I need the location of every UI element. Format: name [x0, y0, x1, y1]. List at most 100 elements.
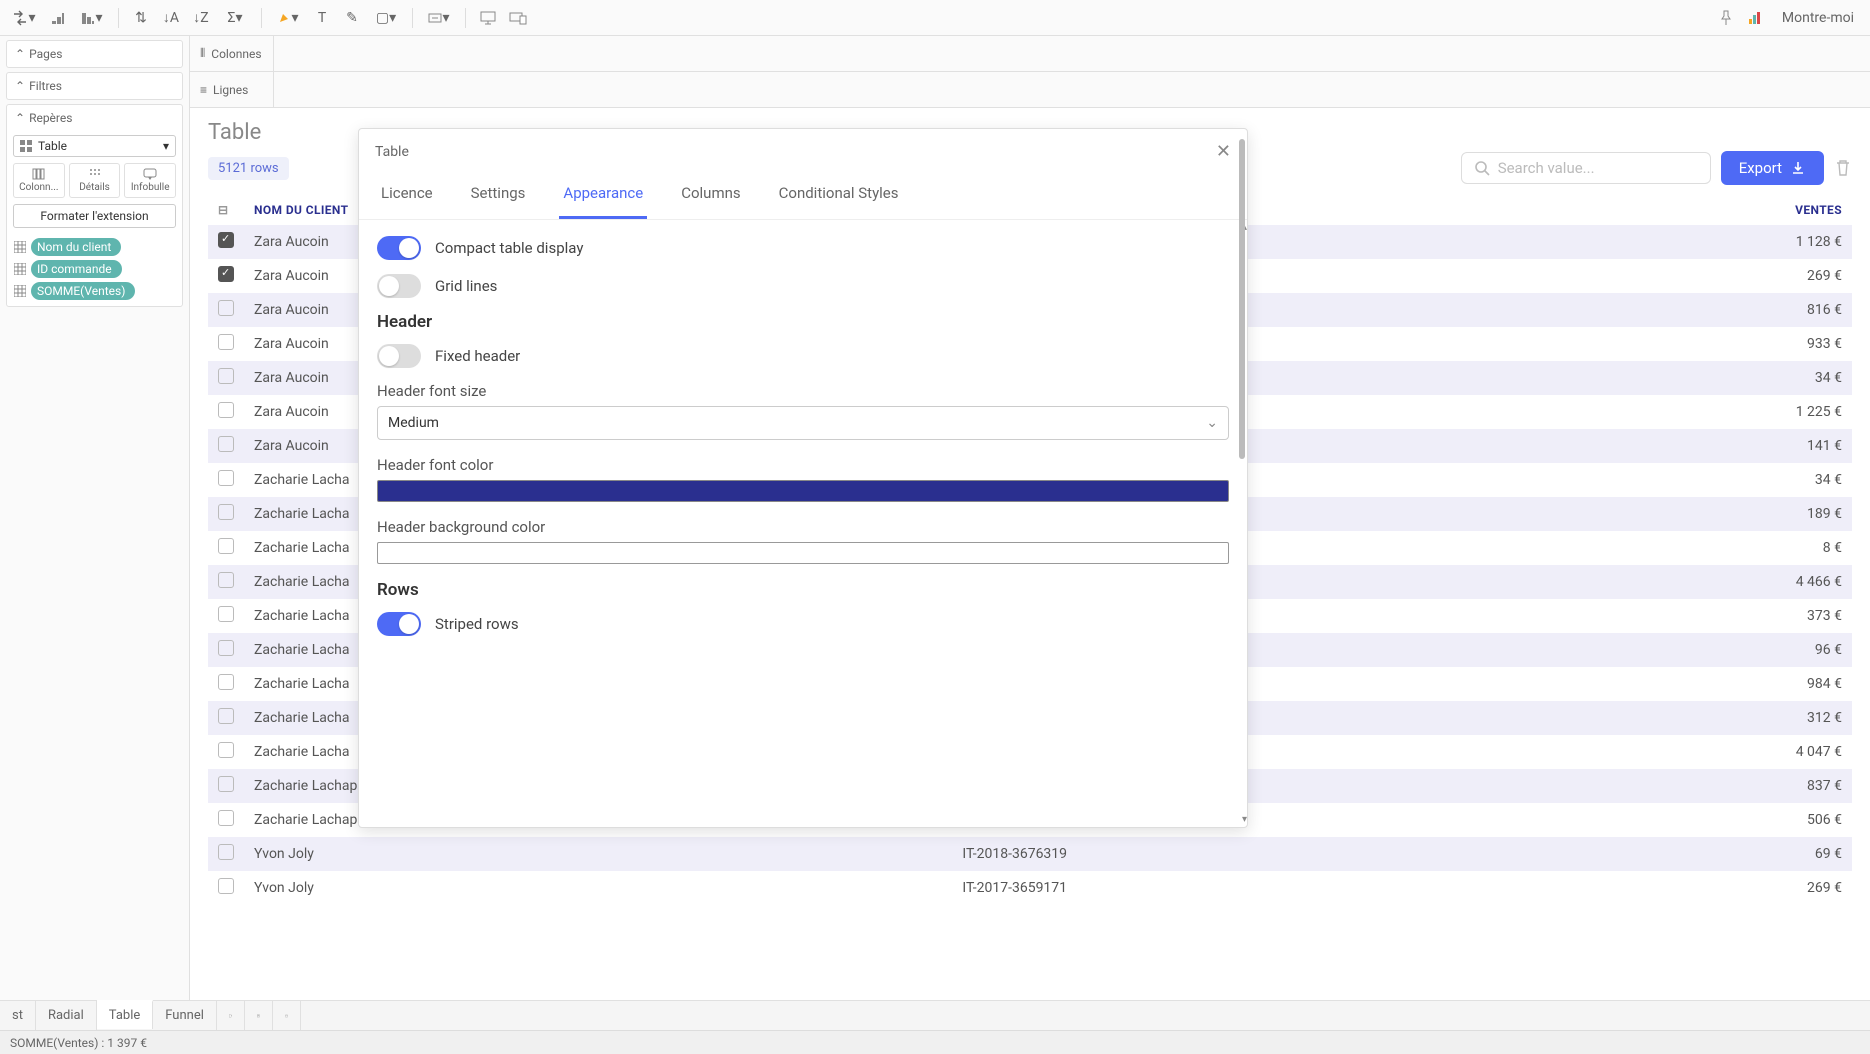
left-panel: ⌃Pages ⌃Filtres ⌃Repères Table ▾ Colonn.… [0, 36, 190, 1000]
tab-conditional-styles[interactable]: Conditional Styles [775, 174, 903, 219]
bg-color-label: Header background color [377, 518, 1229, 536]
border-icon[interactable]: ▢▾ [370, 6, 402, 30]
cell-ventes: 312 € [1705, 701, 1852, 735]
cell-order: IT-2018-3676319 [562, 837, 1705, 871]
top-toolbar: ▾ ▾ ⇅ ↓A ↓Z Σ▾ ▾ T ✎ ▢▾ ▾ Montre-moi [0, 0, 1870, 36]
row-checkbox[interactable] [218, 266, 234, 282]
mark-columns[interactable]: Colonn... [13, 163, 65, 198]
row-checkbox[interactable] [218, 334, 234, 350]
field-pill[interactable]: SOMME(Ventes) [31, 282, 135, 300]
row-checkbox[interactable] [218, 368, 234, 384]
presentation-icon[interactable] [476, 6, 500, 30]
sheet-tab-st[interactable]: st [0, 1001, 36, 1030]
header-ventes[interactable]: VENTES [1705, 195, 1852, 225]
modal-tabs: Licence Settings Appearance Columns Conditio… [359, 174, 1247, 220]
columns-shelf[interactable]: ⦀Colonnes [190, 36, 1870, 72]
compact-display-toggle[interactable] [377, 236, 421, 260]
status-text: SOMME(Ventes) : 1 397 € [10, 1036, 147, 1050]
new-dashboard-icon[interactable] [245, 1001, 273, 1030]
show-me-label[interactable]: Montre-moi [1774, 10, 1862, 26]
text-icon[interactable]: T [310, 6, 334, 30]
mark-tooltip[interactable]: Infobulle [124, 163, 176, 198]
show-me-icon[interactable] [1744, 6, 1768, 30]
tab-columns[interactable]: Columns [677, 174, 744, 219]
sheet-tabs: stRadialTableFunnel [0, 1000, 1870, 1030]
fit-icon[interactable]: ▾ [423, 6, 455, 30]
sort-az-icon[interactable]: ↓A [159, 6, 183, 30]
grid-lines-toggle[interactable] [377, 274, 421, 298]
rows-shelf[interactable]: ≡Lignes [190, 72, 1870, 108]
field-pill[interactable]: Nom du client [31, 238, 121, 256]
row-checkbox[interactable] [218, 810, 234, 826]
bg-color-input[interactable] [377, 542, 1229, 564]
row-checkbox[interactable] [218, 402, 234, 418]
cell-ventes: 1 128 € [1705, 225, 1852, 259]
device-icon[interactable] [506, 6, 530, 30]
cell-ventes: 4 047 € [1705, 735, 1852, 769]
tab-settings[interactable]: Settings [467, 174, 530, 219]
row-checkbox[interactable] [218, 776, 234, 792]
collapse-all-icon[interactable]: ⊟ [218, 203, 228, 217]
sort-desc-icon[interactable]: ▾ [76, 6, 108, 30]
grid-icon [13, 240, 27, 254]
highlight-icon[interactable]: ▾ [272, 6, 304, 30]
new-story-icon[interactable] [273, 1001, 301, 1030]
table-row[interactable]: Yvon Joly IT-2018-3676319 69 € [208, 837, 1852, 871]
table-row[interactable]: Yvon Joly IT-2017-3659171 269 € [208, 871, 1852, 905]
row-checkbox[interactable] [218, 300, 234, 316]
filters-shelf[interactable]: ⌃Filtres [7, 73, 182, 99]
font-size-select[interactable]: Medium⌄ [377, 406, 1229, 440]
sort-za-icon[interactable]: ↓Z [189, 6, 213, 30]
sheet-tab-table[interactable]: Table [97, 1000, 153, 1029]
pin-icon[interactable] [1714, 6, 1738, 30]
pages-shelf[interactable]: ⌃Pages [7, 41, 182, 67]
row-checkbox[interactable] [218, 606, 234, 622]
cell-ventes: 816 € [1705, 293, 1852, 327]
mark-detail[interactable]: Détails [69, 163, 121, 198]
cell-ventes: 69 € [1705, 837, 1852, 871]
row-checkbox[interactable] [218, 708, 234, 724]
row-checkbox[interactable] [218, 504, 234, 520]
cell-ventes: 1 225 € [1705, 395, 1852, 429]
cell-ventes: 837 € [1705, 769, 1852, 803]
new-worksheet-icon[interactable] [217, 1001, 245, 1030]
row-checkbox[interactable] [218, 674, 234, 690]
sort-asc-icon[interactable] [46, 6, 70, 30]
row-checkbox[interactable] [218, 538, 234, 554]
striped-rows-toggle[interactable] [377, 612, 421, 636]
search-input[interactable]: Search value... [1461, 152, 1711, 184]
row-checkbox[interactable] [218, 742, 234, 758]
font-color-input[interactable] [377, 480, 1229, 502]
tab-appearance[interactable]: Appearance [559, 174, 647, 219]
trash-icon[interactable] [1834, 159, 1852, 177]
tab-licence[interactable]: Licence [377, 174, 437, 219]
row-checkbox[interactable] [218, 640, 234, 656]
marks-shelf: ⌃Repères [7, 105, 182, 131]
sheet-tab-funnel[interactable]: Funnel [153, 1001, 217, 1030]
cell-ventes: 96 € [1705, 633, 1852, 667]
annotate-icon[interactable]: ✎ [340, 6, 364, 30]
fixed-header-toggle[interactable] [377, 344, 421, 368]
row-checkbox[interactable] [218, 878, 234, 894]
totals-icon[interactable]: Σ▾ [219, 6, 251, 30]
format-extension-button[interactable]: Formater l'extension [13, 204, 176, 228]
row-checkbox[interactable] [218, 232, 234, 248]
sort-field-icon[interactable]: ⇅ [129, 6, 153, 30]
swap-icon[interactable]: ▾ [8, 6, 40, 30]
grid-icon [13, 284, 27, 298]
grid-icon [13, 262, 27, 276]
cell-order: IT-2017-3659171 [562, 871, 1705, 905]
cell-ventes: 189 € [1705, 497, 1852, 531]
mark-type-select[interactable]: Table ▾ [13, 135, 176, 157]
row-checkbox[interactable] [218, 572, 234, 588]
cell-ventes: 4 466 € [1705, 565, 1852, 599]
row-checkbox[interactable] [218, 436, 234, 452]
sheet-tab-radial[interactable]: Radial [36, 1001, 97, 1030]
close-icon[interactable]: ✕ [1216, 141, 1231, 162]
row-checkbox[interactable] [218, 470, 234, 486]
field-pill[interactable]: ID commande [31, 260, 122, 278]
font-size-label: Header font size [377, 382, 1229, 400]
row-checkbox[interactable] [218, 844, 234, 860]
cell-ventes: 141 € [1705, 429, 1852, 463]
export-button[interactable]: Export [1721, 151, 1824, 185]
